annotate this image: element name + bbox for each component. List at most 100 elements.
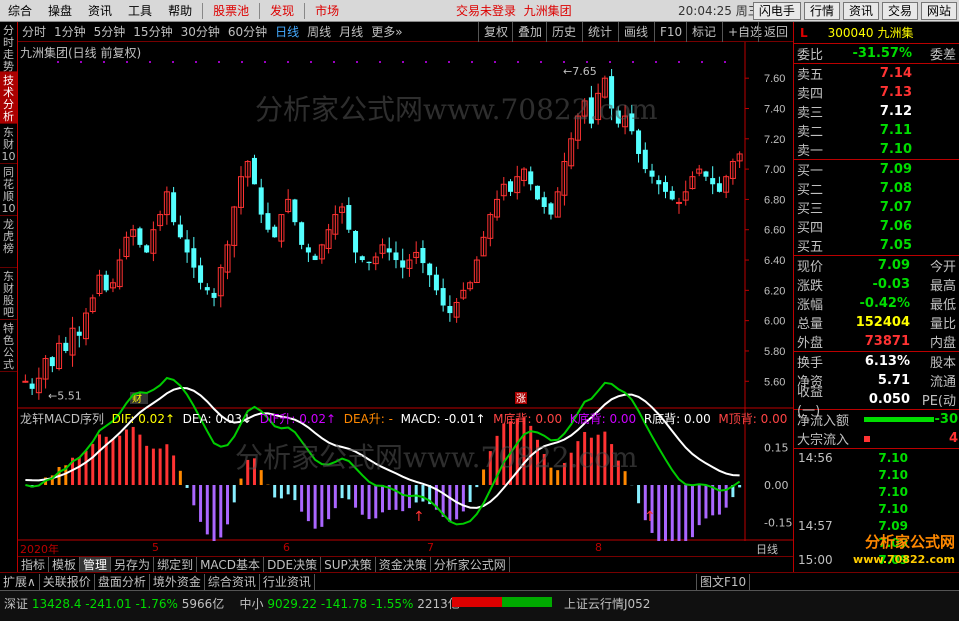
nav-dongcai10[interactable]: 东财10 [0,124,17,164]
sell-level-row[interactable]: 卖五 7.14 [794,64,959,83]
toolbar-history[interactable]: 历史 [546,22,581,42]
website-button[interactable]: 网站 [920,2,957,20]
menu-资讯[interactable]: 资讯 [80,0,120,22]
nav-tonghuashun10[interactable]: 同花顺10 [0,164,17,216]
buy-level-row[interactable]: 买五 7.05 [794,236,959,255]
date-axis: 2020年 5 6 7 8 日线 [18,541,793,556]
macd-name[interactable]: 龙轩MACD序列 [20,412,104,426]
toolbar-draw[interactable]: 画线 [618,22,653,42]
news-button[interactable]: 资讯 [842,2,879,20]
candle-body-down [63,342,69,351]
tf-daily[interactable]: 日线 [271,22,303,42]
tf-weekly[interactable]: 周线 [303,22,335,42]
signal-dot [195,61,197,63]
ext-f10-button[interactable]: 图文F10 [696,573,751,590]
signal-dot [494,61,496,63]
candle-body-down [508,181,514,192]
sell-level-row[interactable]: 卖四 7.13 [794,83,959,102]
toolbar-adjust[interactable]: 复权 [478,22,513,42]
tab-save-as[interactable]: 另存为 [111,557,155,572]
stat-value: -0.03 [872,277,910,292]
tf-1min[interactable]: 1分钟 [50,22,90,42]
tf-monthly[interactable]: 月线 [335,22,367,42]
buy-level-label: 买三 [797,202,824,217]
menu-发现[interactable]: 发现 [262,0,302,22]
tab-indicator[interactable]: 指标 [18,557,50,572]
candle-body-down [548,203,554,215]
tf-分时[interactable]: 分时 [18,22,50,42]
candle-body-down [211,292,217,298]
extension-bar: 扩展∧ 关联报价 盘面分析 境外资金 综合资讯 行业资讯 图文F10 [0,572,959,590]
nav-dragon-tiger[interactable]: 龙虎榜 [0,216,17,268]
ext-market-analysis[interactable]: 盘面分析 [95,573,150,590]
flash-trade-button[interactable]: 闪电手 [752,2,801,20]
buy-level-row[interactable]: 买三 7.07 [794,198,959,217]
date-label: 7 [427,541,434,554]
candle-body-down [265,213,271,230]
ext-industry-news[interactable]: 行业资讯 [260,573,315,590]
ext-general-news[interactable]: 综合资讯 [205,573,260,590]
nav-intraday[interactable]: 分时走势 [0,22,17,73]
tab-dde[interactable]: DDE决策 [264,557,322,572]
date-label: 2020年 [20,543,59,556]
tf-more[interactable]: 更多» [367,22,406,42]
signal-dot [586,61,588,63]
macd-k-bottom: K底背: 0.00 [569,412,637,426]
candle-body-down [420,248,426,264]
y-tick-label: 7.40 [764,103,785,115]
expand-button[interactable]: 扩展∧ [0,573,40,590]
toolbar-back[interactable]: 返回 [758,22,793,42]
tab-fund[interactable]: 资金决策 [376,557,431,572]
tab-formula-site[interactable]: 分析家公式网 [431,557,510,572]
tab-template[interactable]: 模板 [49,557,81,572]
tab-macd-basic[interactable]: MACD基本 [197,557,265,572]
tab-sup[interactable]: SUP决策 [321,557,376,572]
tick-row: 14:56 7.10 [794,449,959,466]
footer-ticker[interactable]: 上证云行情J052 [564,595,650,612]
candle-body-down [137,228,143,245]
tf-30min[interactable]: 30分钟 [177,22,224,42]
index-ticker: 深证 13428.4 -241.01 -1.76% 5966亿 中小 9029.… [4,595,460,612]
toolbar-f10[interactable]: F10 [654,22,687,42]
tf-60min[interactable]: 60分钟 [224,22,271,42]
toolbar-overlay[interactable]: 叠加 [512,22,547,42]
ext-foreign-funds[interactable]: 境外资金 [150,573,205,590]
menu-工具[interactable]: 工具 [120,0,160,22]
menu-操盘[interactable]: 操盘 [40,0,80,22]
date-label: 5 [152,541,159,554]
toolbar-mark[interactable]: 标记 [686,22,721,42]
timeframe-bar: 分时 1分钟 5分钟 15分钟 30分钟 60分钟 日线 周线 月线 更多» 复… [18,22,793,42]
buy-price: 7.06 [879,219,912,234]
sell-level-row[interactable]: 卖三 7.12 [794,102,959,121]
sz-pct: -1.76% [135,597,178,611]
menu-股票池[interactable]: 股票池 [205,0,257,22]
buy-level-row[interactable]: 买二 7.08 [794,179,959,198]
quotes-button[interactable]: 行情 [803,2,840,20]
trade-button[interactable]: 交易 [881,2,918,20]
tick-price: 7.10 [878,484,908,499]
stat-label-secondary: 量比 [929,317,956,332]
buy-level-row[interactable]: 买一 7.09 [794,160,959,179]
tf-15min[interactable]: 15分钟 [129,22,176,42]
sell-price: 7.14 [879,66,912,81]
signal-dot [333,61,335,63]
buy-level-row[interactable]: 买四 7.06 [794,217,959,236]
nav-formula[interactable]: 特色公式 [0,320,17,372]
sell-level-row[interactable]: 卖一 7.10 [794,140,959,159]
toolbar-stats[interactable]: 统计 [582,22,617,42]
tab-bind[interactable]: 绑定到 [154,557,198,572]
sell-level-row[interactable]: 卖二 7.11 [794,121,959,140]
stat-row: 涨跌 -0.03 最高 [794,275,959,294]
nav-technical[interactable]: 技术分析 [0,72,17,124]
menu-帮助[interactable]: 帮助 [160,0,200,22]
buy-book: 买一 7.09 买二 7.08 买三 7.07 买四 7.06 买五 7.05 [794,160,959,255]
tf-5min[interactable]: 5分钟 [90,22,130,42]
menu-综合[interactable]: 综合 [0,0,40,22]
menu-市场[interactable]: 市场 [307,0,347,22]
stat-label: 外盘 [797,336,824,351]
ext-related-quote[interactable]: 关联报价 [40,573,95,590]
nav-guba[interactable]: 东财股吧 [0,268,17,320]
macd-m-bottom: M底背: 0.00 [493,412,563,426]
tab-manage[interactable]: 管理 [80,557,112,572]
flow-row: 净流入额 -30 [794,410,959,429]
